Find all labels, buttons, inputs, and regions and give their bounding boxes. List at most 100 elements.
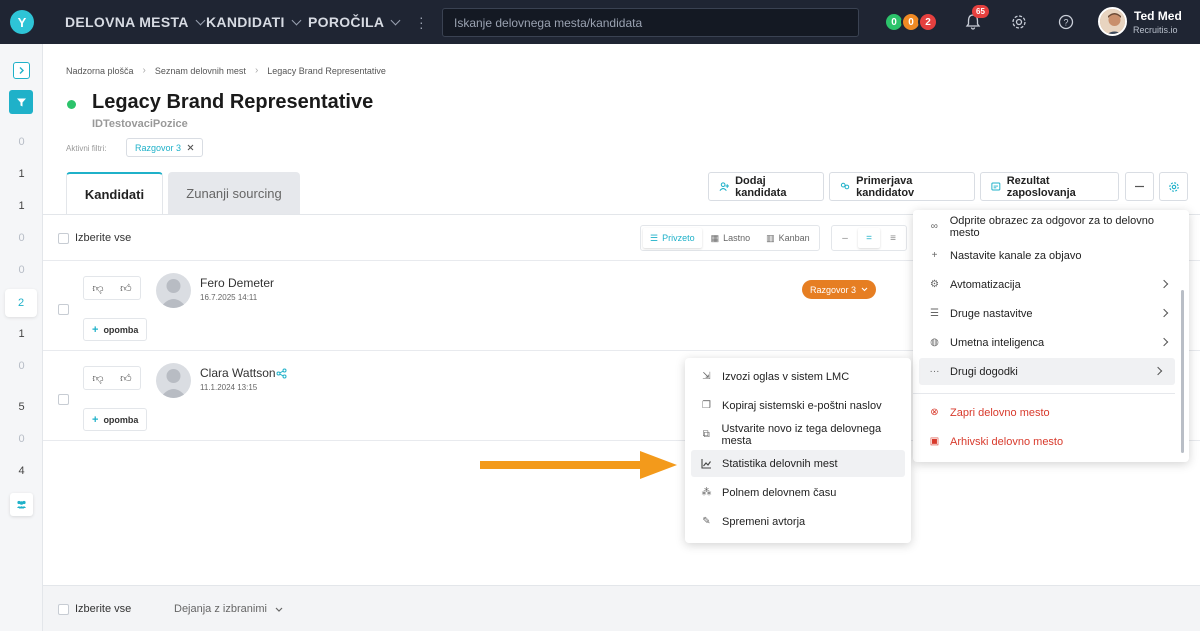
stage-dropdown[interactable]: Razgovor 3 — [802, 280, 877, 299]
sidebar-count[interactable]: 0 — [0, 433, 43, 445]
chevron-down-icon — [291, 15, 302, 25]
tab-external-sourcing[interactable]: Zunanji sourcing — [168, 172, 300, 214]
submenu-item-copy-email[interactable]: ❐ Kopiraj sistemski e-poštni naslov — [691, 392, 905, 419]
row-checkbox[interactable] — [58, 394, 69, 405]
breadcrumb-current: Legacy Brand Representative — [267, 65, 386, 76]
nav-jobs[interactable]: DELOVNA MESTA — [65, 14, 206, 30]
more-vertical-icon[interactable]: · · · — [419, 10, 424, 34]
grid-icon: ▦ — [710, 232, 720, 243]
help-icon[interactable]: ? — [1057, 13, 1075, 31]
sidebar-count[interactable]: 4 — [0, 465, 43, 477]
page-title: Legacy Brand Representative — [92, 91, 374, 113]
select-all[interactable]: Izberite vse — [58, 232, 131, 244]
sidebar-count[interactable]: 0 — [0, 264, 43, 276]
share-icon[interactable] — [276, 368, 287, 379]
user-avatar[interactable] — [1098, 7, 1127, 36]
view-default[interactable]: ☰ Privzeto — [643, 228, 702, 248]
footer-select-all[interactable]: Izberite vse — [58, 603, 131, 615]
expand-sidebar-button[interactable] — [13, 62, 30, 79]
search-input[interactable]: Iskanje delovnega mesta/kandidata — [442, 8, 859, 37]
collapse-button[interactable] — [1125, 172, 1154, 201]
compare-candidates-button[interactable]: Primerjava kandidatov — [829, 172, 975, 201]
thumbs-up-icon[interactable]: 👍︎ — [120, 282, 132, 295]
menu-item-other-settings[interactable]: ☰ Druge nastavitve — [919, 300, 1181, 327]
avatar[interactable] — [156, 273, 191, 308]
sliders-icon: ☰ — [930, 308, 939, 319]
sidebar-count[interactable]: 1 — [0, 328, 43, 340]
left-sidebar: 0 1 1 0 0 2 1 0 5 0 4 — [0, 44, 43, 631]
nav-reports[interactable]: POROČILA — [308, 14, 401, 30]
gear-icon[interactable] — [1010, 13, 1028, 31]
row-checkbox[interactable] — [58, 304, 69, 315]
menu-item-ai[interactable]: ◍ Umetna inteligenca — [919, 329, 1181, 356]
view-custom[interactable]: ▦ Lastno — [704, 228, 758, 248]
filter-button[interactable] — [9, 90, 33, 114]
candidate-name[interactable]: Fero Demeter — [200, 276, 274, 290]
density-wide-icon[interactable]: ≡ — [882, 228, 904, 248]
sidebar-count[interactable]: 1 — [0, 200, 43, 212]
add-note-button[interactable]: + opomba — [83, 408, 148, 431]
menu-scrollbar[interactable] — [1181, 290, 1184, 453]
submenu-item-full-time[interactable]: ⁂ Polnem delovnem času — [691, 479, 905, 506]
thumbs-up-icon[interactable]: 👍︎ — [120, 372, 132, 385]
avatar[interactable] — [156, 363, 191, 398]
menu-item-label: Umetna inteligenca — [950, 336, 1045, 349]
sidebar-count[interactable]: 0 — [0, 232, 43, 244]
bulk-actions-dropdown[interactable]: Dejanja z izbranimi — [174, 603, 283, 615]
candidate-date: 16.7.2025 14:11 — [200, 293, 258, 302]
plus-icon: + — [92, 323, 99, 336]
nav-candidates[interactable]: KANDIDATI — [206, 14, 302, 30]
select-all-checkbox[interactable] — [58, 232, 69, 244]
sidebar-count[interactable]: 0 — [0, 360, 43, 372]
user-name[interactable]: Ted Med — [1134, 9, 1182, 23]
settings-menu: ∞ Odprite obrazec za odgovor za to delovn… — [913, 210, 1189, 462]
note-label: opomba — [103, 324, 139, 335]
submenu-item-duplicate-job[interactable]: ⧉ Ustvarite novo iz tega delovnega mesta — [691, 421, 905, 448]
chevron-right-icon: › — [254, 65, 259, 76]
view-kanban[interactable]: ▥ Kanban — [759, 228, 817, 248]
close-icon[interactable] — [187, 144, 194, 151]
submenu-item-label: Polnem delovnem času — [722, 486, 837, 499]
stat-badge-red[interactable]: 2 — [918, 12, 938, 32]
sidebar-count[interactable]: 1 — [0, 168, 43, 180]
chevron-right-icon: › — [142, 65, 146, 76]
menu-item-close-job[interactable]: ⊗ Zapri delovno mesto — [919, 399, 1181, 426]
footer-select-all-checkbox[interactable] — [58, 603, 69, 615]
chevron-right-icon — [1159, 279, 1169, 289]
app-logo[interactable]: Y — [10, 10, 34, 34]
breadcrumb-job-list[interactable]: Seznam delovnih mest — [155, 66, 246, 76]
gear-icon — [1168, 181, 1179, 192]
team-button[interactable] — [10, 493, 33, 516]
hiring-result-button[interactable]: Rezultat zaposlovanja — [980, 172, 1119, 201]
menu-item-archive-job[interactable]: ▣ Arhivski delovno mesto — [919, 428, 1181, 455]
chevron-right-icon — [19, 67, 24, 74]
menu-item-label: Arhivski delovno mesto — [950, 435, 1064, 448]
chevron-right-icon — [1153, 366, 1163, 376]
add-note-button[interactable]: + opomba — [83, 318, 148, 341]
menu-item-automation[interactable]: ⚙ Avtomatizacija — [919, 271, 1181, 298]
thumbs-down-icon[interactable]: 👎︎ — [92, 282, 103, 295]
sidebar-count[interactable]: 5 — [0, 401, 43, 413]
candidate-name[interactable]: Clara Wattson — [200, 366, 276, 380]
menu-item-other-events[interactable]: ··· Drugi dogodki — [919, 358, 1175, 385]
submenu-item-export-lmc[interactable]: ⇲ Izvozi oglas v sistem LMC — [691, 363, 905, 390]
density-normal-icon[interactable]: = — [858, 228, 880, 248]
menu-item-response-form[interactable]: ∞ Odprite obrazec za odgovor za to delovn… — [919, 213, 1181, 240]
sidebar-count-selected[interactable]: 2 — [5, 289, 37, 317]
view-kanban-label: Kanban — [778, 233, 810, 243]
tab-candidates[interactable]: Kandidati — [66, 172, 163, 214]
menu-item-label: Nastavite kanale za objavo — [950, 249, 1082, 262]
job-id: IDTestovaciPozice — [92, 118, 188, 130]
team-icon — [17, 500, 26, 509]
add-candidate-button[interactable]: Dodaj kandidata — [708, 172, 824, 201]
density-compact-icon[interactable]: – — [834, 228, 856, 248]
breadcrumb-dashboard[interactable]: Nadzorna plošča — [66, 66, 134, 76]
settings-button[interactable] — [1159, 172, 1188, 201]
thumbs-down-icon[interactable]: 👎︎ — [92, 372, 103, 385]
menu-item-publish-channels[interactable]: + Nastavite kanale za objavo — [919, 242, 1181, 269]
filter-chip[interactable]: Razgovor 3 — [126, 138, 204, 157]
submenu-item-job-statistics[interactable]: Statistika delovnih mest — [691, 450, 905, 477]
svg-text:?: ? — [1063, 18, 1068, 28]
sidebar-count[interactable]: 0 — [0, 136, 43, 148]
submenu-item-change-author[interactable]: ✎ Spremeni avtorja — [691, 508, 905, 535]
